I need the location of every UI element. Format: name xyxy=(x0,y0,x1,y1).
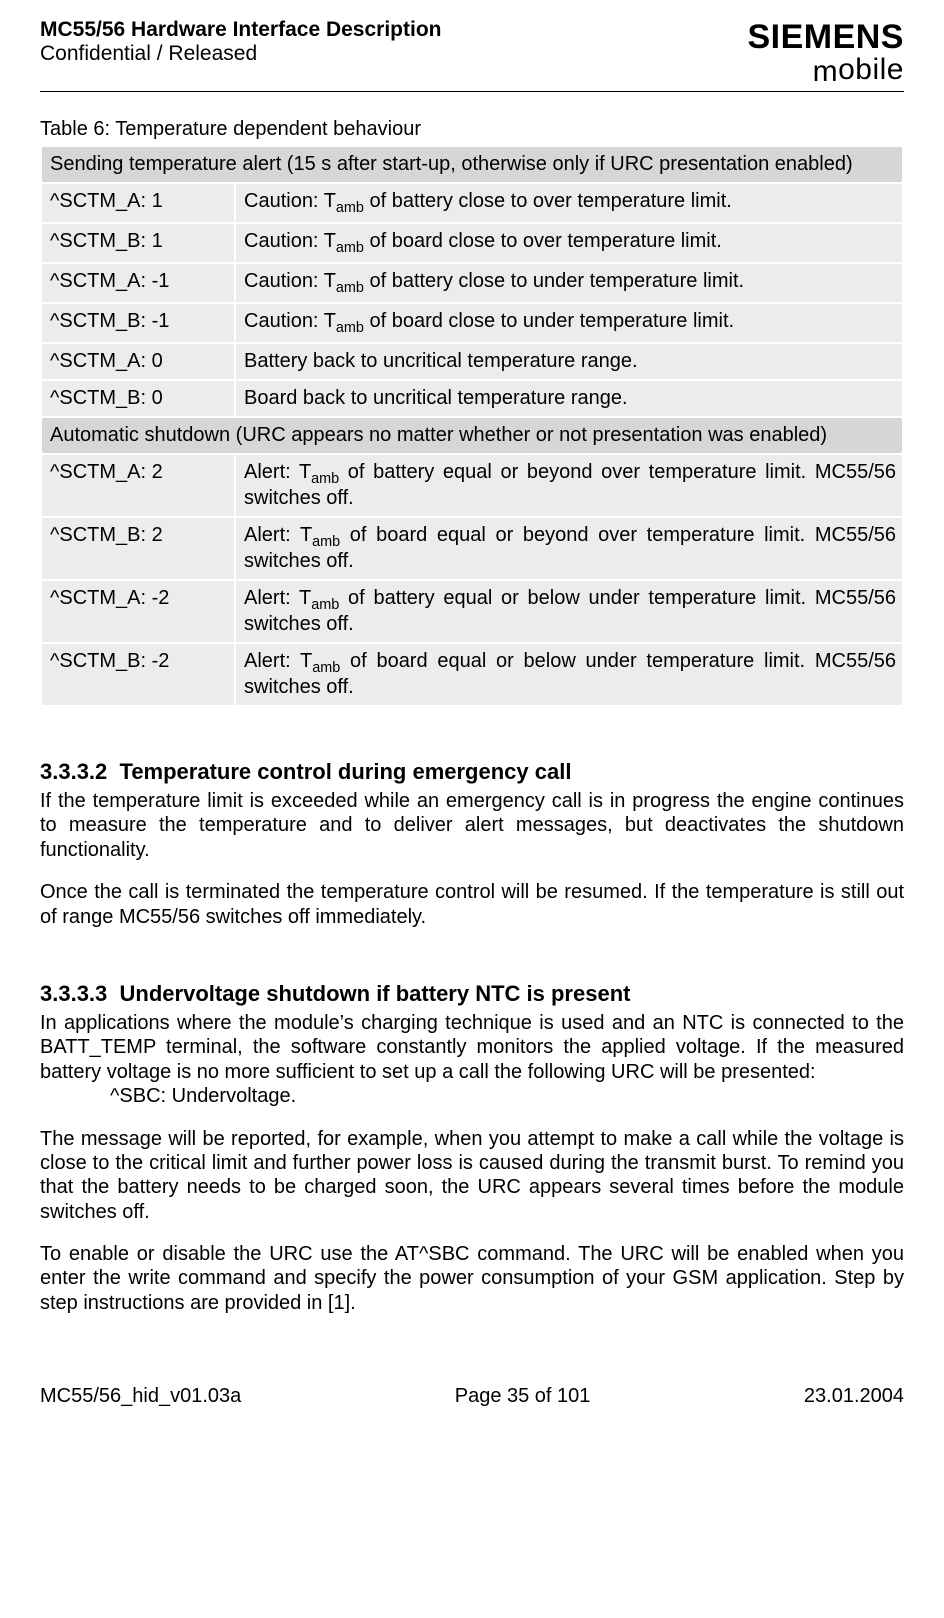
section-heading-3333: 3.3.3.3 Undervoltage shutdown if battery… xyxy=(40,981,904,1007)
cell-desc-b: of board close to under temperature limi… xyxy=(364,310,734,332)
footer-center: Page 35 of 101 xyxy=(455,1385,591,1408)
siemens-logo: SIEMENS mobile xyxy=(747,18,904,89)
table-row: ^SCTM_A: 2 Alert: Tamb of battery equal … xyxy=(41,454,903,517)
cell-desc-b: of board equal or below under temperatur… xyxy=(244,650,896,698)
cell-desc-sub: amb xyxy=(312,660,340,676)
footer-left: MC55/56_hid_v01.03a xyxy=(40,1385,241,1408)
table-row: ^SCTM_B: 1 Caution: Tamb of board close … xyxy=(41,223,903,263)
cell-desc-a: Caution: T xyxy=(244,310,336,332)
cell-desc: Alert: Tamb of board equal or beyond ove… xyxy=(235,517,903,580)
section-heading-3332: 3.3.3.2 Temperature control during emerg… xyxy=(40,759,904,785)
cell-desc-sub: amb xyxy=(311,597,339,613)
cell-code: ^SCTM_A: -1 xyxy=(41,263,235,303)
cell-desc-a: Caution: T xyxy=(244,190,336,212)
doc-subtitle: Confidential / Released xyxy=(40,42,441,66)
cell-desc: Battery back to uncritical temperature r… xyxy=(235,343,903,380)
table-row: ^SCTM_B: 0 Board back to uncritical temp… xyxy=(41,380,903,417)
section-number: 3.3.3.2 xyxy=(40,759,107,784)
cell-code: ^SCTM_A: 0 xyxy=(41,343,235,380)
cell-desc-b: of battery close to under temperature li… xyxy=(364,270,744,292)
paragraph: If the temperature limit is exceeded whi… xyxy=(40,789,904,862)
cell-code: ^SCTM_A: 2 xyxy=(41,454,235,517)
table-row: ^SCTM_B: 2 Alert: Tamb of board equal or… xyxy=(41,517,903,580)
cell-desc: Alert: Tamb of battery equal or beyond o… xyxy=(235,454,903,517)
section-number: 3.3.3.3 xyxy=(40,981,107,1006)
page-footer: MC55/56_hid_v01.03a Page 35 of 101 23.01… xyxy=(40,1385,904,1408)
cell-desc: Alert: Tamb of battery equal or below un… xyxy=(235,580,903,643)
cell-code: ^SCTM_A: 1 xyxy=(41,183,235,223)
cell-desc-a: Alert: T xyxy=(244,524,312,546)
cell-desc-sub: amb xyxy=(336,320,364,336)
table-section-header: Automatic shutdown (URC appears no matte… xyxy=(41,417,903,454)
cell-desc-sub: amb xyxy=(336,240,364,256)
table-row: ^SCTM_A: 0 Battery back to uncritical te… xyxy=(41,343,903,380)
cell-desc-b: of board close to over temperature limit… xyxy=(364,230,722,252)
paragraph-text: In applications where the module’s charg… xyxy=(40,1012,904,1083)
cell-code: ^SCTM_A: -2 xyxy=(41,580,235,643)
paragraph: The message will be reported, for exampl… xyxy=(40,1127,904,1225)
footer-right: 23.01.2004 xyxy=(804,1385,904,1408)
cell-desc-a: Caution: T xyxy=(244,270,336,292)
cell-desc-b: of board equal or beyond over temperatur… xyxy=(244,524,896,572)
cell-desc: Caution: Tamb of board close to over tem… xyxy=(235,223,903,263)
cell-desc-sub: amb xyxy=(336,200,364,216)
cell-code: ^SCTM_B: 2 xyxy=(41,517,235,580)
cell-desc-b: of battery equal or beyond over temperat… xyxy=(244,461,896,509)
cell-code: ^SCTM_B: -2 xyxy=(41,643,235,706)
temperature-behaviour-table: Sending temperature alert (15 s after st… xyxy=(40,145,904,707)
paragraph: To enable or disable the URC use the AT^… xyxy=(40,1242,904,1315)
doc-title: MC55/56 Hardware Interface Description xyxy=(40,18,441,42)
cell-desc-a: Board back to uncritical temperature ran… xyxy=(244,387,628,409)
table-row: ^SCTM_A: -1 Caution: Tamb of battery clo… xyxy=(41,263,903,303)
cell-desc: Caution: Tamb of board close to under te… xyxy=(235,303,903,343)
table-row: ^SCTM_B: -1 Caution: Tamb of board close… xyxy=(41,303,903,343)
cell-desc-sub: amb xyxy=(311,471,339,487)
logo-m-glyph: m xyxy=(813,55,839,88)
logo-top: SIEMENS xyxy=(747,18,904,57)
cell-desc: Caution: Tamb of battery close to under … xyxy=(235,263,903,303)
cell-desc: Alert: Tamb of board equal or below unde… xyxy=(235,643,903,706)
cell-desc: Caution: Tamb of battery close to over t… xyxy=(235,183,903,223)
paragraph: In applications where the module’s charg… xyxy=(40,1011,904,1109)
cell-desc-a: Caution: T xyxy=(244,230,336,252)
cell-desc-sub: amb xyxy=(312,534,340,550)
cell-desc-b: of battery close to over temperature lim… xyxy=(364,190,732,212)
cell-code: ^SCTM_B: 0 xyxy=(41,380,235,417)
cell-desc-a: Alert: T xyxy=(244,587,311,609)
cell-desc-a: Alert: T xyxy=(244,461,311,483)
logo-mobile-rest: obile xyxy=(838,53,904,86)
cell-code: ^SCTM_B: 1 xyxy=(41,223,235,263)
table-row: ^SCTM_A: 1 Caution: Tamb of battery clos… xyxy=(41,183,903,223)
urc-code-line: ^SBC: Undervoltage. xyxy=(110,1084,904,1108)
cell-desc-a: Battery back to uncritical temperature r… xyxy=(244,350,638,372)
cell-desc-b: of battery equal or below under temperat… xyxy=(244,587,896,635)
header-divider xyxy=(40,91,904,92)
cell-desc-a: Alert: T xyxy=(244,650,312,672)
logo-bottom: mobile xyxy=(747,53,904,89)
section-title: Temperature control during emergency cal… xyxy=(120,759,572,784)
table-caption: Table 6: Temperature dependent behaviour xyxy=(40,118,904,141)
paragraph: Once the call is terminated the temperat… xyxy=(40,880,904,929)
table-row: ^SCTM_A: -2 Alert: Tamb of battery equal… xyxy=(41,580,903,643)
table-section-header: Sending temperature alert (15 s after st… xyxy=(41,146,903,183)
cell-code: ^SCTM_B: -1 xyxy=(41,303,235,343)
section-title: Undervoltage shutdown if battery NTC is … xyxy=(120,981,631,1006)
cell-desc: Board back to uncritical temperature ran… xyxy=(235,380,903,417)
cell-desc-sub: amb xyxy=(336,280,364,296)
table-row: ^SCTM_B: -2 Alert: Tamb of board equal o… xyxy=(41,643,903,706)
